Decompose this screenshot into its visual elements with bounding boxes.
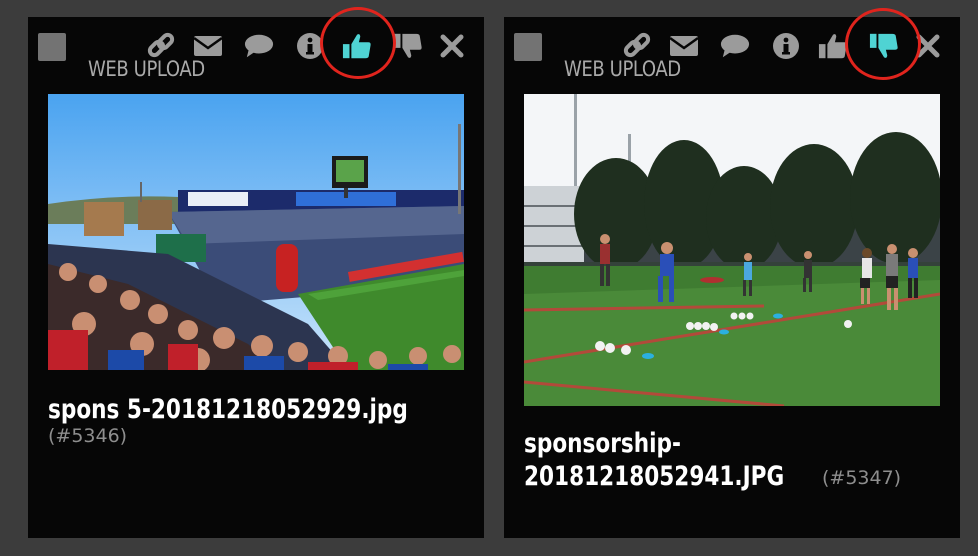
comment-icon[interactable] bbox=[244, 31, 274, 61]
thumbs-up-icon[interactable] bbox=[342, 31, 372, 61]
file-name-line-1: sponsorship- bbox=[524, 428, 681, 459]
file-id: (#5347) bbox=[822, 467, 902, 489]
select-checkbox[interactable] bbox=[514, 33, 542, 61]
file-id: (#5346) bbox=[48, 425, 128, 447]
close-icon[interactable] bbox=[913, 31, 943, 61]
info-icon[interactable] bbox=[295, 31, 325, 61]
source-label: WEB UPLOAD bbox=[564, 57, 681, 81]
select-checkbox[interactable] bbox=[38, 33, 66, 61]
thumbs-down-icon[interactable] bbox=[869, 31, 899, 61]
close-icon[interactable] bbox=[437, 31, 467, 61]
thumbs-down-icon[interactable] bbox=[393, 31, 423, 61]
source-label: WEB UPLOAD bbox=[88, 57, 205, 81]
comment-icon[interactable] bbox=[720, 31, 750, 61]
file-name-line-2: 20181218052941.JPG bbox=[524, 461, 785, 492]
media-card: WEB UPLOAD bbox=[504, 8, 960, 538]
thumbs-up-icon[interactable] bbox=[818, 31, 848, 61]
stadium-crowd-photo[interactable] bbox=[48, 94, 464, 370]
training-field-photo[interactable] bbox=[524, 94, 940, 406]
media-card: WEB UPLOAD bbox=[28, 7, 484, 538]
info-icon[interactable] bbox=[771, 31, 801, 61]
file-name: spons 5-20181218052929.jpg bbox=[48, 394, 408, 425]
